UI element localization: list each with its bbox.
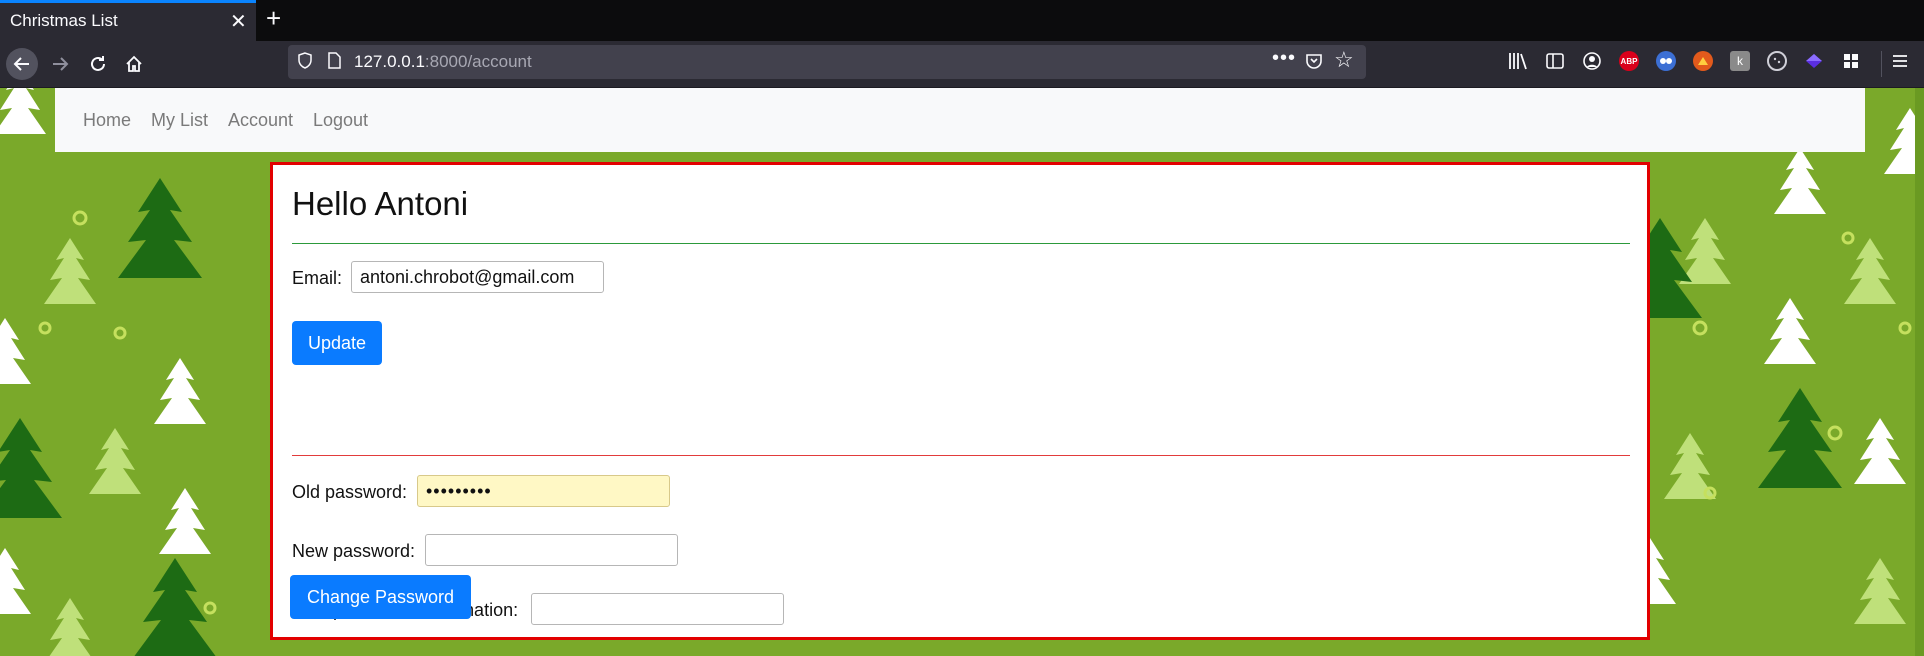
page-viewport: Home My List Account Logout Hello Antoni… [0, 88, 1924, 656]
nav-home-link[interactable]: Home [83, 110, 131, 131]
bookmark-star-icon[interactable]: ☆ [1334, 47, 1354, 73]
account-icon[interactable] [1582, 51, 1602, 71]
privacy-badger-icon[interactable] [1656, 51, 1676, 71]
account-card: Hello Antoni Email: antoni.chrobot@gmail… [270, 162, 1650, 640]
page-scrollbar[interactable] [1915, 88, 1924, 656]
back-icon[interactable] [6, 48, 38, 80]
divider-green [292, 243, 1630, 244]
hamburger-menu-icon[interactable] [1890, 51, 1910, 71]
email-label: Email: [292, 268, 343, 288]
nav-my-list-link[interactable]: My List [151, 110, 208, 131]
tracking-shield-icon[interactable] [298, 52, 312, 69]
page-info-icon[interactable] [328, 52, 341, 69]
cookie-icon[interactable] [1767, 51, 1787, 71]
browser-toolbar: 127.0.0.1:8000/account ••• ☆ ABP k [0, 41, 1924, 88]
site-navbar: Home My List Account Logout [55, 88, 1865, 152]
library-icon[interactable] [1508, 51, 1528, 71]
firefox-relay-icon[interactable] [1693, 51, 1713, 71]
new-tab-icon[interactable]: + [266, 5, 281, 31]
toolbar-separator [1881, 51, 1882, 77]
extensions-grid-icon[interactable] [1841, 51, 1861, 71]
close-tab-icon[interactable]: ✕ [230, 9, 247, 34]
change-password-button[interactable]: Change Password [290, 575, 471, 619]
new-password-confirmation-field[interactable] [531, 593, 784, 625]
tab-strip: Christmas List ✕ + [0, 0, 1924, 41]
sidebar-icon[interactable] [1545, 51, 1565, 71]
url-bar[interactable]: 127.0.0.1:8000/account ••• ☆ [288, 45, 1366, 79]
k-extension-icon[interactable]: k [1730, 51, 1750, 71]
browser-tab[interactable]: Christmas List ✕ [0, 0, 256, 41]
forward-icon[interactable] [44, 48, 76, 80]
reload-icon[interactable] [82, 48, 114, 80]
new-password-field[interactable] [425, 534, 678, 566]
pocket-icon[interactable] [1305, 52, 1323, 70]
email-field[interactable]: antoni.chrobot@gmail.com [351, 261, 604, 293]
divider-red [292, 455, 1630, 456]
update-button[interactable]: Update [292, 321, 382, 365]
nav-account-link[interactable]: Account [228, 110, 293, 131]
adblock-plus-icon[interactable]: ABP [1619, 51, 1639, 71]
page-title: Hello Antoni [292, 185, 469, 222]
diamond-extension-icon[interactable] [1804, 51, 1824, 71]
page-actions-icon[interactable]: ••• [1272, 47, 1296, 70]
tab-title: Christmas List [10, 11, 118, 30]
nav-logout-link[interactable]: Logout [313, 110, 368, 131]
old-password-label: Old password: [292, 482, 408, 502]
url-text[interactable]: 127.0.0.1:8000/account [354, 52, 532, 72]
home-icon[interactable] [118, 48, 150, 80]
old-password-field[interactable]: ••••••••• [417, 475, 670, 507]
new-password-label: New password: [292, 541, 416, 561]
